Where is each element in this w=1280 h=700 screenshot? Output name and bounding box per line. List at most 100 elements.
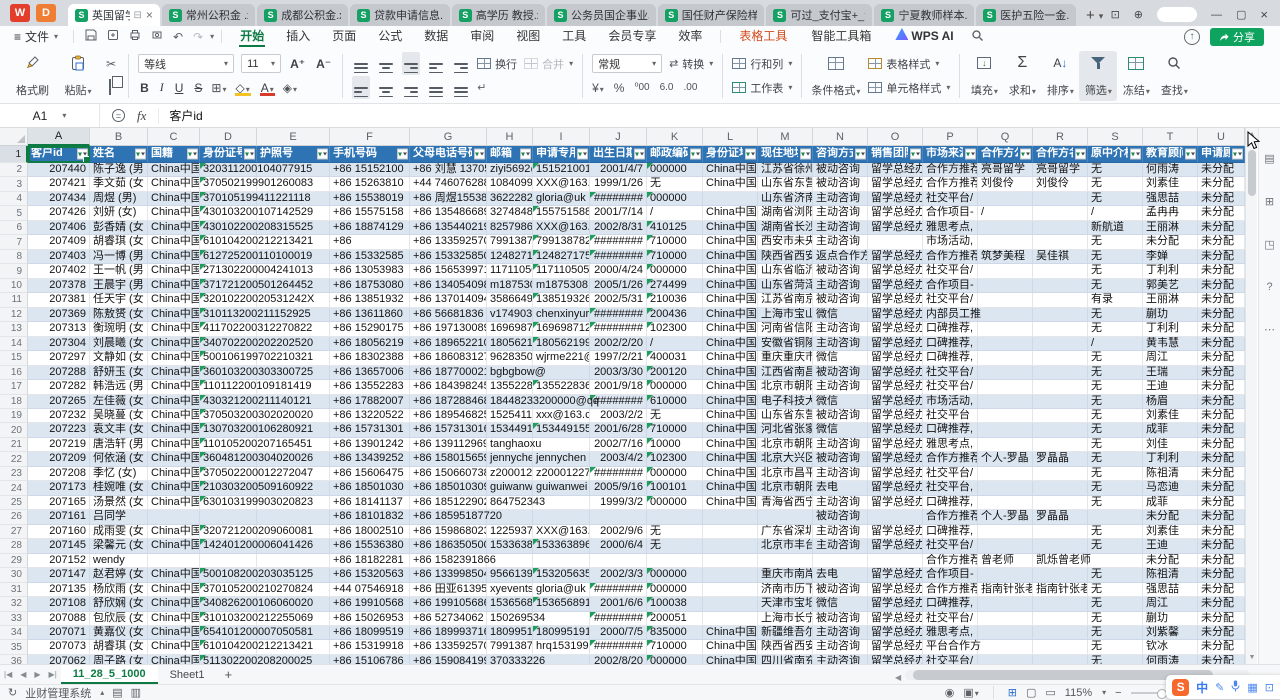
grid-cell[interactable]: ziyi5692@ [487,163,533,177]
grid-cell[interactable] [647,510,703,524]
grid-cell[interactable]: 指南针张老 [1033,583,1088,597]
grid-cell[interactable]: 207219 [28,438,90,452]
align-bottom-icon[interactable] [402,52,420,75]
row-number[interactable]: 20 [0,423,28,437]
grid-cell[interactable] [978,221,1033,235]
grid-cell[interactable]: 成雨雯 (女 [90,525,148,539]
grid-cell[interactable]: 西安市未央 [758,235,813,249]
grid-cell[interactable]: 207402 [28,264,90,278]
grid-cell[interactable]: +86 18302388 [330,351,410,365]
grid-cell[interactable]: 153449155 [533,423,590,437]
grid-cell[interactable]: +86 周煜155380 [410,192,487,206]
grid-cell[interactable]: 610104200212213421 [200,640,257,654]
grid-cell[interactable]: 未分配 [1198,235,1245,249]
grid-cell[interactable]: 799138782 [487,235,533,249]
header-cell[interactable]: 市场来源 [923,146,978,163]
menu-公式[interactable]: 公式 [367,26,413,47]
grid-cell[interactable]: 上海市宝山 [758,308,813,322]
grid-cell[interactable]: 陕西省西安 [758,640,813,654]
menu-工具[interactable]: 工具 [551,26,597,47]
grid-cell[interactable]: 郭美艺 [1143,279,1198,293]
grid-cell[interactable]: 207160 [28,525,90,539]
decrease-indent-icon[interactable] [427,52,445,75]
row-number[interactable]: 27 [0,525,28,539]
justify-icon[interactable] [427,76,445,99]
grid-cell[interactable]: 未分配 [1198,279,1245,293]
grid-cell[interactable] [703,612,758,626]
row-number[interactable]: 14 [0,337,28,351]
grid-cell[interactable]: 无 [647,409,703,423]
grid-cell[interactable]: 主动咨询 [813,235,868,249]
grid-cell[interactable]: 340702200202202520 [200,337,257,351]
grid-cell[interactable]: 153205635 [533,568,590,582]
header-cell[interactable]: 合作方公 [978,146,1033,163]
grid-cell[interactable]: 000000 [647,163,703,177]
menu-页面[interactable]: 页面 [321,26,367,47]
row-number[interactable]: 35 [0,640,28,654]
grid-cell[interactable]: 无 [1088,525,1143,539]
grid-cell[interactable]: 未分配 [1198,366,1245,380]
grid-cell[interactable]: 610000 [647,395,703,409]
grid-cell[interactable] [1033,264,1088,278]
header-cell[interactable]: 邮箱 [487,146,533,163]
grid-cell[interactable]: +86 18056219 [330,337,410,351]
layout-icon[interactable]: ⊡ [1111,8,1120,21]
grid-cell[interactable]: 207421 [28,177,90,191]
grid-cell[interactable]: +86 1877000215 [410,366,487,380]
grid-cell[interactable]: 留学总经办 [868,206,923,220]
grid-cell[interactable]: 410125 [647,221,703,235]
row-number[interactable]: 17 [0,380,28,394]
row-number[interactable]: 33 [0,612,28,626]
grid-cell[interactable]: 衡琬明 (女 [90,322,148,336]
grid-cell[interactable]: 雅思考点, [923,626,978,640]
grid-cell[interactable]: +86 1895468251 [410,409,487,423]
prev-sheet-icon[interactable]: ◀ [16,670,30,679]
grid-cell[interactable] [533,554,590,568]
header-cell[interactable]: 申请顾问 [1198,146,1245,163]
grid-cell[interactable]: 无 [1088,235,1143,249]
grid-cell[interactable]: +86 刘慧 137052 [410,163,487,177]
grid-cell[interactable]: 2002/5/31 [590,293,647,307]
header-cell[interactable]: 国籍 [148,146,200,163]
grid-cell[interactable]: 罗晶晶 [1033,510,1088,524]
grid-cell[interactable]: 被动咨询 [813,163,868,177]
grid-cell[interactable]: +86 18753080 [330,279,410,293]
grid-cell[interactable]: 2001/4/7 [590,163,647,177]
grid-cell[interactable]: 未分配 [1198,250,1245,264]
grid-cell[interactable]: 153656891 [487,597,533,611]
grid-cell[interactable]: 未分配 [1143,510,1198,524]
grid-cell[interactable]: +86 1843982452 [410,380,487,394]
grid-cell[interactable]: 留学总经办 [868,380,923,394]
grid-cell[interactable] [1033,640,1088,654]
ime-toolbox-icon[interactable]: ⊡ [1265,681,1274,694]
grid-cell[interactable] [978,467,1033,481]
menu-插入[interactable]: 插入 [275,26,321,47]
grid-cell[interactable]: 刘素佳 [1143,177,1198,191]
grid-cell[interactable]: 合作方推荐 [923,177,978,191]
grid-cell[interactable]: 新疆维吾尔 [758,626,813,640]
grid-cell[interactable] [978,264,1033,278]
grid-cell[interactable] [978,496,1033,510]
grid-cell[interactable]: 000000 [647,380,703,394]
grid-cell[interactable]: +86 56681836 [410,308,487,322]
page-layout-view-icon[interactable]: ▢ [1026,686,1036,699]
grid-cell[interactable]: 桂婉唯 (女 [90,481,148,495]
grid-cell[interactable]: 2005/1/26 [590,279,647,293]
column-header-J[interactable]: J [590,128,647,146]
grid-cell[interactable]: 口碑推荐, [923,496,978,510]
grid-cell[interactable]: 207403 [28,250,90,264]
grid-cell[interactable]: 207369 [28,308,90,322]
screen-cast-icon[interactable]: ▣▾ [963,686,978,699]
grid-cell[interactable] [590,554,647,568]
grid-cell[interactable]: 山东省东营 [758,177,813,191]
grid-cell[interactable]: 主动咨询 [813,539,868,553]
panel-layout-icon[interactable]: ◳ [1264,238,1274,251]
row-number[interactable]: 22 [0,452,28,466]
grid-cell[interactable]: China中国 [703,496,758,510]
grid-cell[interactable]: 刘俊伶 [978,177,1033,191]
grid-cell[interactable]: ######## [590,322,647,336]
document-tab[interactable]: S医护五险一金.xlsx [976,4,1076,26]
grid-cell[interactable]: 未分配 [1198,452,1245,466]
row-number[interactable]: 15 [0,351,28,365]
chevron-down-icon[interactable]: ▾ [1102,688,1106,697]
